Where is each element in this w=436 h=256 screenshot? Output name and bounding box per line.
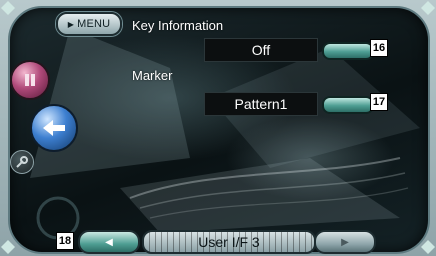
marker-label: Marker <box>132 68 173 83</box>
menu-button[interactable]: ▶ MENU <box>56 12 122 36</box>
page-title: User I/F 3 <box>198 234 260 250</box>
tool-button[interactable] <box>10 150 34 174</box>
device-frame: ▶ MENU Key Information Off 16 Marker Pat… <box>0 0 436 256</box>
marker-value: Pattern1 <box>204 92 318 116</box>
marker-badge: 17 <box>370 93 388 111</box>
key-information-badge: 16 <box>370 39 388 57</box>
key-information-value: Off <box>204 38 318 62</box>
navigation-badge: 18 <box>56 232 74 250</box>
pause-icon <box>25 74 35 86</box>
next-page-button[interactable]: ▶ <box>314 230 376 254</box>
marker-toggle[interactable] <box>322 96 374 114</box>
page-title-bar: User I/F 3 <box>142 230 316 254</box>
return-arrow-icon <box>43 120 65 136</box>
prev-page-button[interactable]: ◀ <box>78 230 140 254</box>
pause-button[interactable] <box>10 60 50 100</box>
wrench-icon <box>16 156 28 168</box>
key-information-toggle[interactable] <box>322 42 374 60</box>
left-arrow-icon: ◀ <box>105 236 113 248</box>
right-arrow-icon: ▶ <box>341 236 349 248</box>
key-information-label: Key Information <box>132 18 224 33</box>
return-button[interactable] <box>30 104 78 152</box>
menu-button-label: MENU <box>77 18 111 30</box>
play-icon: ▶ <box>67 19 75 29</box>
